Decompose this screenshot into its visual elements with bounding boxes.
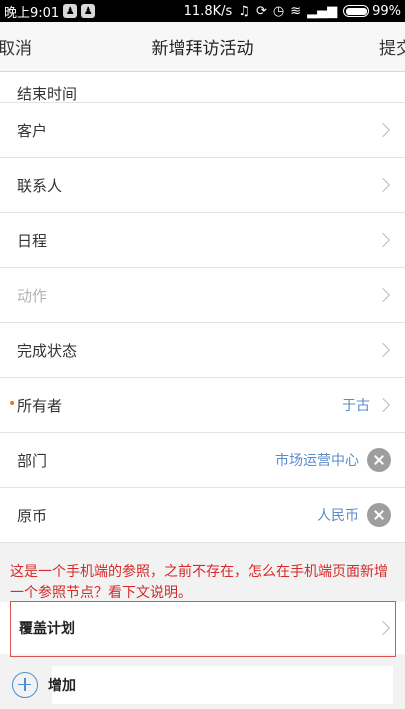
form-row-label: 日程 xyxy=(17,231,48,250)
battery-percent: 99% xyxy=(372,3,401,19)
add-row[interactable]: 增加 xyxy=(0,660,405,709)
form-row-owner[interactable]: • 所有者 于古 xyxy=(0,378,405,433)
form-row-currency[interactable]: 原币 人民币 xyxy=(0,488,405,543)
clear-icon[interactable] xyxy=(367,448,391,472)
page-title: 新增拜访活动 xyxy=(151,39,254,59)
form-row-label: 原币 xyxy=(17,506,48,525)
visit-form: 结束时间 客户 联系人 日程 动作 完成状态 • 所有者 于古 部门 市场运营中… xyxy=(0,72,405,543)
add-label: 增加 xyxy=(48,677,76,694)
form-row-end-time[interactable]: 结束时间 xyxy=(0,72,405,103)
form-row-customer[interactable]: 客户 xyxy=(0,103,405,158)
form-row-label: 完成状态 xyxy=(17,341,78,360)
form-row-department[interactable]: 部门 市场运营中心 xyxy=(0,433,405,488)
network-speed: 11.8K/s xyxy=(183,3,233,19)
form-row-label: 联系人 xyxy=(17,176,63,195)
form-row-value: 人民币 xyxy=(317,508,359,524)
status-time: 晚上9:01 xyxy=(4,5,60,21)
chevron-right-icon xyxy=(375,342,391,358)
form-row-schedule[interactable]: 日程 xyxy=(0,213,405,268)
form-row-value: 于古 xyxy=(342,398,370,414)
form-row-label: 部门 xyxy=(17,451,48,470)
form-row-action[interactable]: 动作 xyxy=(0,268,405,323)
annotation-text: 这是一个手机端的参照，之前不存在，怎么在手机端页面新增一个参照节点？看下文说明。 xyxy=(10,564,388,601)
form-row-completion-status[interactable]: 完成状态 xyxy=(0,323,405,378)
form-row-label: 结束时间 xyxy=(17,85,78,103)
annotation-highlight-box xyxy=(10,601,396,657)
form-row-contact[interactable]: 联系人 xyxy=(0,158,405,213)
chevron-right-icon xyxy=(375,287,391,303)
app-notification-icon: ♟ xyxy=(81,4,96,18)
required-mark: • xyxy=(8,396,17,412)
submit-button[interactable]: 提交 xyxy=(379,34,405,59)
sync-icon: ⟳ xyxy=(255,3,267,19)
add-circle-icon[interactable] xyxy=(12,671,38,698)
signal-icon: ▂▄▆ xyxy=(307,3,338,19)
cancel-button[interactable]: 取消 xyxy=(0,34,32,59)
chevron-right-icon xyxy=(375,177,391,193)
headphones-icon: ♫ xyxy=(238,3,250,19)
form-row-label: 所有者 xyxy=(17,396,63,415)
battery-icon: 99% xyxy=(343,4,401,19)
chevron-right-icon xyxy=(375,397,391,413)
chevron-right-icon xyxy=(375,122,391,138)
form-row-value: 市场运营中心 xyxy=(275,453,359,469)
app-notification-icon: ♟ xyxy=(63,4,78,18)
nav-bar: 取消 新增拜访活动 提交 xyxy=(0,22,405,72)
add-field[interactable]: 增加 xyxy=(48,665,393,704)
wifi-icon: ≋ xyxy=(290,3,302,19)
chevron-right-icon xyxy=(375,232,391,248)
form-row-label: 动作 xyxy=(17,286,48,305)
status-bar: 晚上9:01 ♟ ♟ 11.8K/s ♫ ⟳ ◷ ≋ ▂▄▆ 99% xyxy=(0,0,405,22)
form-row-label: 客户 xyxy=(17,121,48,140)
clear-icon[interactable] xyxy=(367,503,391,527)
alarm-icon: ◷ xyxy=(272,3,285,19)
